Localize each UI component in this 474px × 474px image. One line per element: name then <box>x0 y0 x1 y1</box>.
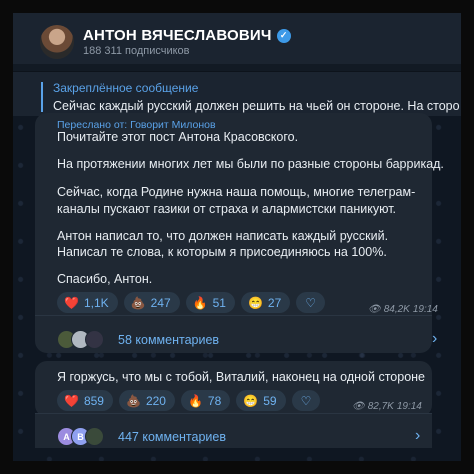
reaction-count: 247 <box>150 295 171 310</box>
add-reaction-button[interactable]: ♡ <box>291 390 321 411</box>
message-line: каналы пускают газики от страха и аларми… <box>57 202 397 216</box>
reaction-count: 59 <box>263 393 277 408</box>
eye-icon: 👁 <box>368 304 381 315</box>
reaction-heart[interactable]: ❤️ 859 <box>57 390 113 411</box>
message-meta: 👁 84,2K 19:14 <box>368 304 438 315</box>
eye-icon: 👁 <box>352 401 365 412</box>
commenter-avatar <box>85 427 104 446</box>
reaction-grin[interactable]: 😁 59 <box>236 390 286 411</box>
pinned-message-bar[interactable]: Закреплённое сообщение Сейчас каждый рус… <box>13 71 461 116</box>
message-text: Я горжусь, что мы с тобой, Виталий, нако… <box>57 370 425 384</box>
reactions-row: ❤️ 859 💩 220 🔥 78 😁 59 ♡ <box>57 390 321 411</box>
message-time: 19:14 <box>412 304 438 315</box>
reaction-count: 51 <box>212 295 226 310</box>
pinned-title: Закреплённое сообщение <box>53 81 199 95</box>
pinned-text: Сейчас каждый русский должен решить на ч… <box>53 99 460 113</box>
commenter-avatar <box>85 330 104 349</box>
channel-title: АНТОН ВЯЧЕСЛАВОВИЧ <box>83 27 272 44</box>
grin-icon: 😁 <box>247 295 263 310</box>
fire-icon: 🔥 <box>192 295 208 310</box>
verified-icon: ✓ <box>276 28 291 43</box>
fire-icon: 🔥 <box>187 393 203 408</box>
channel-header[interactable]: АНТОН ВЯЧЕСЛАВОВИЧ ✓ 188 311 подписчиков <box>13 13 461 64</box>
reaction-grin[interactable]: 😁 27 <box>240 292 291 313</box>
reaction-count: 78 <box>207 393 222 408</box>
message-line: На протяжении многих лет мы были по разн… <box>57 157 444 171</box>
reaction-fire[interactable]: 🔥 78 <box>180 390 231 411</box>
heart-outline-icon: ♡ <box>300 393 312 408</box>
poop-icon: 💩 <box>125 393 141 408</box>
message-meta: 👁 82,7K 19:14 <box>352 401 422 412</box>
add-reaction-button[interactable]: ♡ <box>296 292 326 313</box>
message-line: Сейчас, когда Родине нужна наша помощь, … <box>57 185 416 199</box>
poop-icon: 💩 <box>130 295 146 310</box>
subscriber-count: 188 311 подписчиков <box>83 45 190 57</box>
pinned-indicator <box>41 82 43 112</box>
message-line: Спасибо, Антон. <box>57 272 153 286</box>
reaction-heart[interactable]: ❤️ 1,1K <box>57 292 118 313</box>
heart-icon: ❤️ <box>64 295 79 310</box>
reaction-poop[interactable]: 💩 247 <box>123 292 180 313</box>
comments-count[interactable]: 447 комментариев <box>118 430 226 444</box>
commenter-avatars: A B <box>57 427 104 446</box>
message-line: Почитайте этот пост Антона Красовского. <box>57 130 299 144</box>
comments-count[interactable]: 58 комментариев <box>118 333 219 347</box>
grin-icon: 😁 <box>243 393 259 408</box>
reactions-row: ❤️ 1,1K 💩 247 🔥 51 😁 27 ♡ <box>57 292 326 313</box>
reaction-count: 859 <box>83 393 104 408</box>
view-count: 84,2K <box>383 304 410 315</box>
commenter-avatars <box>57 330 104 349</box>
chevron-right-icon[interactable]: › <box>432 330 437 348</box>
heart-icon: ❤️ <box>64 393 79 408</box>
reaction-count: 27 <box>267 295 282 310</box>
message-line: Антон написал то, что должен написать ка… <box>57 229 389 243</box>
message-line: Написал те слова, к которым я присоединя… <box>57 245 387 259</box>
message-time: 19:14 <box>396 401 422 412</box>
view-count: 82,7K <box>367 401 394 412</box>
reaction-poop[interactable]: 💩 220 <box>118 390 175 411</box>
channel-avatar[interactable] <box>40 25 74 59</box>
reaction-count: 1,1K <box>83 295 109 310</box>
chevron-right-icon[interactable]: › <box>415 427 420 445</box>
reaction-fire[interactable]: 🔥 51 <box>185 292 235 313</box>
reaction-count: 220 <box>145 393 166 408</box>
heart-outline-icon: ♡ <box>305 295 317 310</box>
